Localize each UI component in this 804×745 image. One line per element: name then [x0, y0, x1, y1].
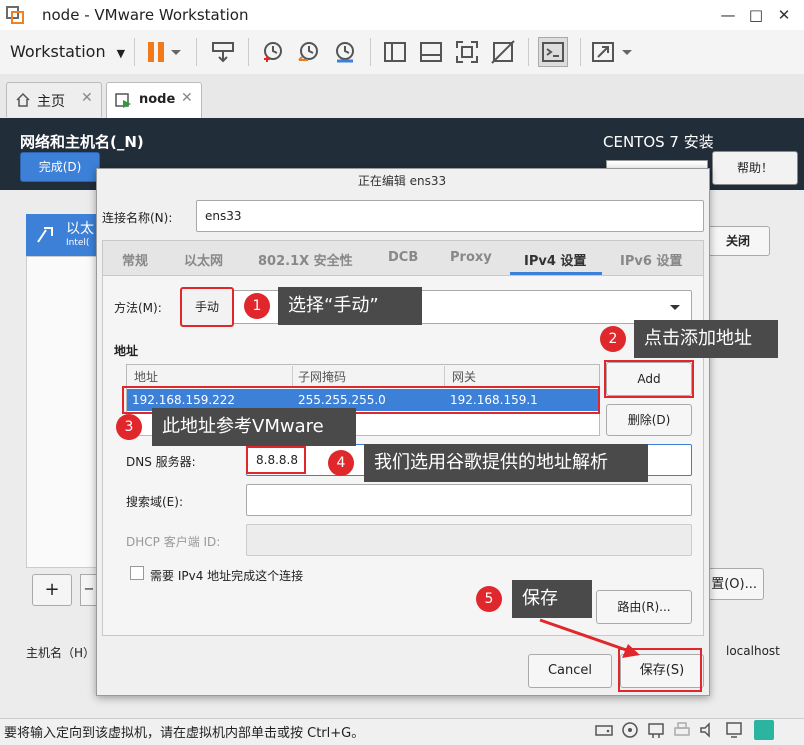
status-message: 要将输入定向到该虚拟机，请在虚拟机内部单击或按 Ctrl+G。: [4, 726, 365, 741]
display-icon[interactable]: [724, 720, 744, 740]
annotation-arrow: [539, 618, 640, 658]
hdd-icon[interactable]: [594, 720, 614, 740]
cdrom-icon[interactable]: [620, 720, 640, 740]
sound-icon[interactable]: [698, 720, 718, 740]
printer-icon[interactable]: [672, 720, 692, 740]
network-icon[interactable]: [646, 720, 666, 740]
message-icon[interactable]: [754, 720, 774, 740]
